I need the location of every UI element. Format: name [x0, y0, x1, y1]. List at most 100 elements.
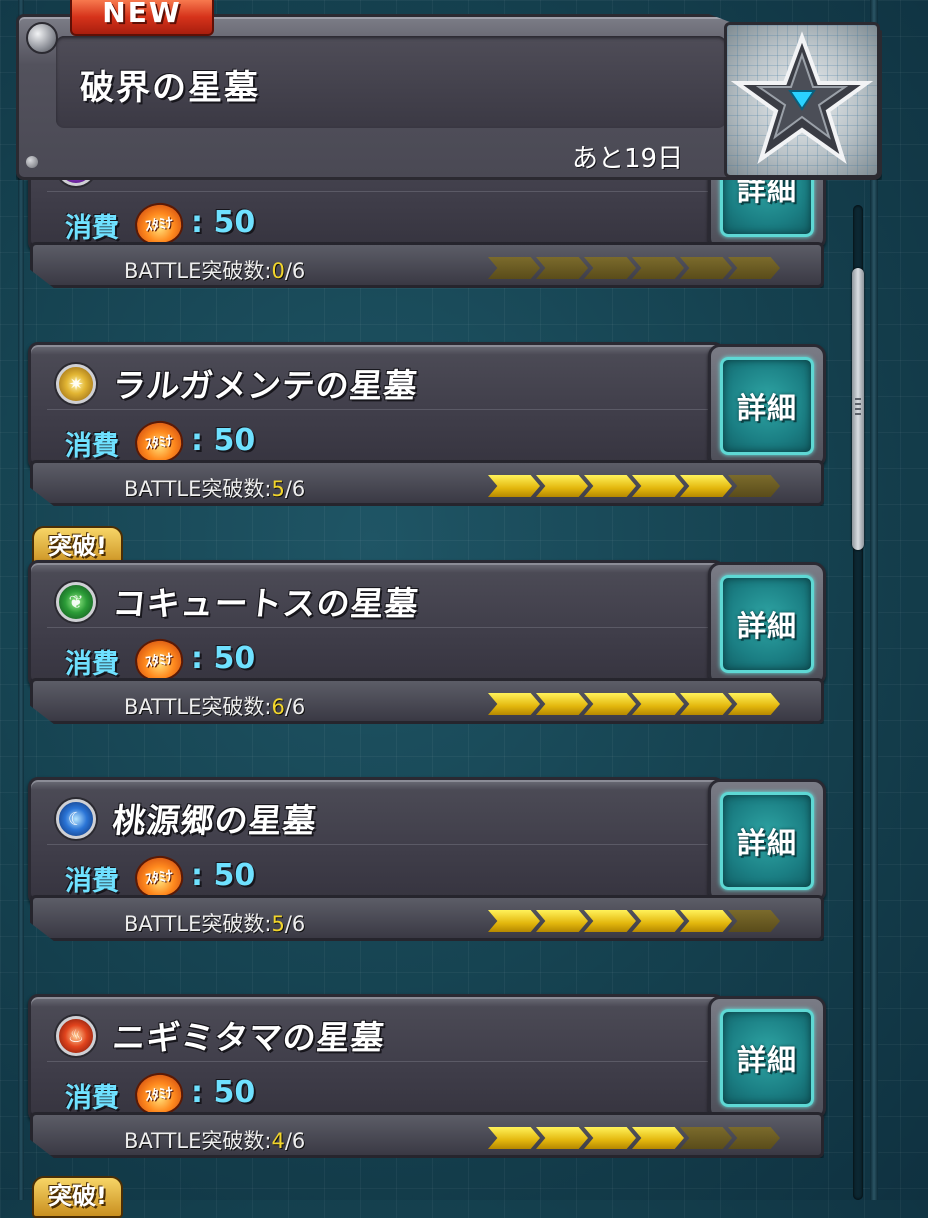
battle-progress-chevrons [468, 1127, 780, 1149]
battle-progress-segment [488, 910, 540, 932]
battle-progress-segment [680, 257, 732, 279]
cost-label: 消費 [65, 866, 119, 897]
battle-progress-segment [680, 693, 732, 715]
cost-label: 消費 [65, 431, 119, 462]
battle-progress-count: 6 [271, 695, 285, 719]
detail-button[interactable]: 詳細 [708, 996, 826, 1120]
battle-progress-total: /6 [284, 695, 306, 719]
battle-progress-segment [584, 693, 636, 715]
detail-button[interactable]: 詳細 [708, 562, 826, 686]
battle-progress-label: BATTLE突破数: [124, 1129, 272, 1153]
battle-progress-segment [728, 693, 780, 715]
light-element-icon: ✷ [56, 364, 96, 404]
battle-progress-segment [632, 1127, 684, 1149]
quest-card-body: ❦ コキュートスの星墓 消費 ｽﾀﾐﾅ : 50 [28, 560, 724, 688]
stamina-icon: ｽﾀﾐﾅ [132, 417, 186, 467]
battle-progress-segment [536, 910, 588, 932]
cost-value: : 50 [191, 205, 256, 240]
quest-card-body: ♨ ニギミタマの星墓 消費 ｽﾀﾐﾅ : 50 [28, 994, 724, 1122]
battle-progress-segment [584, 257, 636, 279]
battle-progress-total: /6 [284, 259, 306, 283]
battle-progress-chevrons [468, 475, 780, 497]
scrollbar-grip-icon [855, 398, 861, 416]
battle-progress-segment [632, 910, 684, 932]
battle-progress-text: BATTLE突破数:5/6 [124, 908, 305, 938]
battle-progress-segment [632, 257, 684, 279]
battle-progress-count: 5 [271, 477, 285, 501]
battle-progress-count: 4 [271, 1129, 285, 1153]
stamina-icon: ｽﾀﾐﾅ [132, 635, 186, 685]
detail-button-label[interactable]: 詳細 [720, 357, 814, 455]
quest-card[interactable]: ✷ ラルガメンテの星墓 消費 ｽﾀﾐﾅ : 50 詳細 BATTLE突破数:5/… [28, 342, 826, 506]
detail-button[interactable]: 詳細 [708, 779, 826, 903]
battle-progress-count: 0 [271, 259, 285, 283]
quest-card[interactable]: ♨ ニギミタマの星墓 消費 ｽﾀﾐﾅ : 50 詳細 BATTLE突破数:4/6 [28, 994, 826, 1158]
battle-progress-segment [488, 475, 540, 497]
battle-progress-segment [488, 693, 540, 715]
cost-value: : 50 [191, 1075, 256, 1110]
battle-progress-segment [680, 910, 732, 932]
battle-progress-segment [536, 475, 588, 497]
quest-card[interactable]: ☾ 桃源郷の星墓 消費 ｽﾀﾐﾅ : 50 詳細 BATTLE突破数:5/6 [28, 777, 826, 941]
battle-progress-segment [488, 1127, 540, 1149]
event-title: 破界の星墓 [80, 68, 260, 108]
battle-progress-segment [680, 475, 732, 497]
water-element-icon: ☾ [56, 799, 96, 839]
detail-button[interactable]: 詳細 [708, 344, 826, 468]
cost-value: : 50 [191, 858, 256, 893]
battle-progress-text: BATTLE突破数:5/6 [124, 473, 305, 503]
battle-progress-segment [488, 257, 540, 279]
battle-progress-total: /6 [284, 477, 306, 501]
quest-card[interactable]: ❦ コキュートスの星墓 消費 ｽﾀﾐﾅ : 50 詳細 BATTLE突破数:6/… [28, 560, 826, 724]
battle-progress-segment [680, 1127, 732, 1149]
battle-progress-segment [728, 1127, 780, 1149]
battle-progress-segment [728, 257, 780, 279]
star-tomb-emblem-icon [724, 22, 880, 178]
stamina-icon: ｽﾀﾐﾅ [132, 852, 186, 902]
battle-progress-segment [632, 693, 684, 715]
battle-progress-segment [632, 475, 684, 497]
battle-progress-segment [584, 1127, 636, 1149]
cost-value: : 50 [191, 641, 256, 676]
battle-progress-label: BATTLE突破数: [124, 695, 272, 719]
battle-progress-segment [728, 910, 780, 932]
stamina-icon: ｽﾀﾐﾅ [132, 1069, 186, 1119]
quest-title: ニギミタマの星墓 [110, 1018, 387, 1057]
event-remaining-days: あと19日 [572, 144, 684, 174]
battle-progress-segment [536, 257, 588, 279]
battle-progress-label: BATTLE突破数: [124, 477, 272, 501]
banner-rivet-icon [26, 22, 58, 54]
battle-progress-text: BATTLE突破数:4/6 [124, 1125, 305, 1155]
wood-element-icon: ❦ [56, 582, 96, 622]
battle-progress-count: 5 [271, 912, 285, 936]
battle-progress-label: BATTLE突破数: [124, 912, 272, 936]
event-banner[interactable]: 破界の星墓 あと19日 NEW [16, 0, 882, 180]
quest-card-body: ✷ ラルガメンテの星墓 消費 ｽﾀﾐﾅ : 50 [28, 342, 724, 470]
battle-progress-total: /6 [284, 912, 306, 936]
battle-progress-label: BATTLE突破数: [124, 259, 272, 283]
battle-progress-chevrons [468, 910, 780, 932]
quest-title: 桃源郷の星墓 [110, 801, 319, 840]
new-badge: NEW [70, 0, 214, 36]
battle-progress-segment [728, 475, 780, 497]
cost-label: 消費 [65, 213, 119, 244]
battle-progress-segment [584, 475, 636, 497]
cost-label: 消費 [65, 1083, 119, 1114]
battle-progress-text: BATTLE突破数:6/6 [124, 691, 305, 721]
banner-screw-icon [26, 156, 38, 168]
right-frame-rail [870, 0, 878, 1200]
detail-button-label[interactable]: 詳細 [720, 1009, 814, 1107]
battle-progress-chevrons [468, 693, 780, 715]
quest-title: ラルガメンテの星墓 [110, 366, 420, 405]
cost-label: 消費 [65, 649, 119, 680]
stamina-icon: ｽﾀﾐﾅ [132, 199, 186, 249]
fire-element-icon: ♨ [56, 1016, 96, 1056]
battle-progress-total: /6 [284, 1129, 306, 1153]
battle-progress-segment [536, 1127, 588, 1149]
detail-button-label[interactable]: 詳細 [720, 575, 814, 673]
breakthrough-badge: 突破! [32, 1176, 123, 1218]
quest-card-body: ☾ 桃源郷の星墓 消費 ｽﾀﾐﾅ : 50 [28, 777, 724, 905]
detail-button-label[interactable]: 詳細 [720, 792, 814, 890]
battle-progress-segment [584, 910, 636, 932]
quest-title: コキュートスの星墓 [110, 584, 421, 623]
